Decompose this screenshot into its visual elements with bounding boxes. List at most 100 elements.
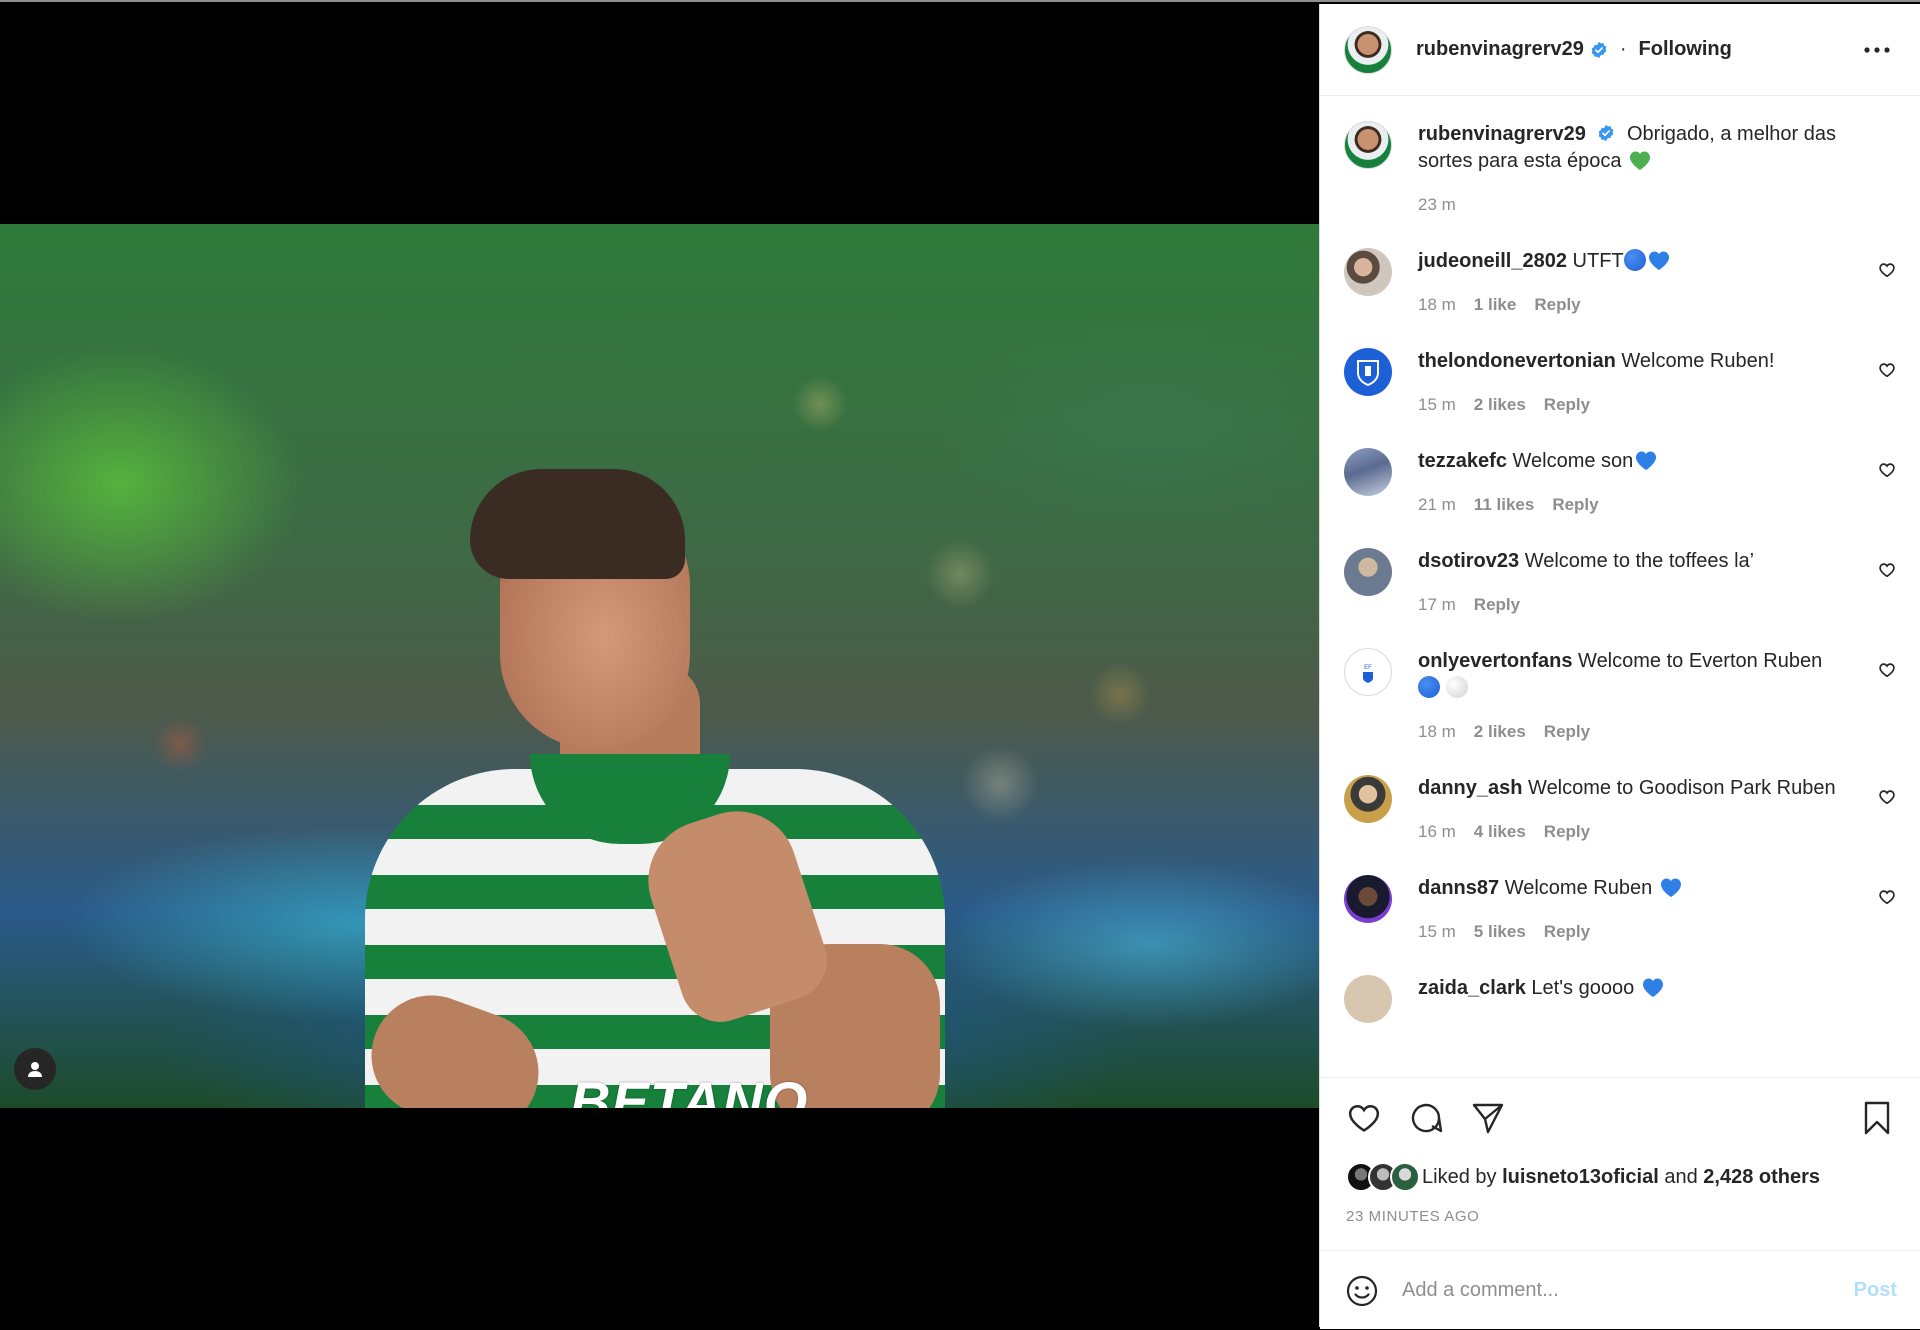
post-side-panel: rubenvinagrerv29 · Following rubenvinagr…	[1319, 4, 1920, 1329]
heart-icon	[1879, 263, 1895, 278]
caption-author-avatar[interactable]	[1344, 121, 1392, 169]
comment-input[interactable]	[1402, 1279, 1854, 1302]
comment-username[interactable]: danny_ash	[1418, 777, 1522, 799]
comment-time[interactable]: 15 m	[1418, 918, 1456, 945]
action-icons-row	[1344, 1098, 1897, 1138]
author-username[interactable]: rubenvinagrerv29	[1416, 38, 1584, 61]
author-avatar[interactable]	[1344, 25, 1392, 74]
comment-like-count[interactable]: 2 likes	[1474, 718, 1526, 745]
comment-button[interactable]	[1406, 1098, 1446, 1138]
post-comment-button[interactable]: Post	[1854, 1279, 1897, 1302]
comment-like-count[interactable]: 1 like	[1474, 291, 1517, 318]
share-icon	[1472, 1103, 1504, 1134]
comment-like-count[interactable]: 11 likes	[1474, 491, 1535, 518]
comment-meta: 17 m Reply	[1418, 591, 1878, 618]
like-button[interactable]	[1344, 1098, 1384, 1138]
liked-by-summary: Liked by luisneto13oficial and 2,428 oth…	[1346, 1162, 1820, 1192]
commenter-avatar[interactable]	[1344, 248, 1392, 296]
likes-others-link[interactable]: 2,428 others	[1703, 1166, 1820, 1189]
header-separator: ·	[1619, 38, 1627, 60]
reply-button[interactable]: Reply	[1544, 918, 1590, 945]
comment-meta: 21 m 11 likes Reply	[1418, 491, 1878, 518]
comment-username[interactable]: danns87	[1418, 877, 1499, 899]
save-button[interactable]	[1857, 1098, 1897, 1138]
reply-button[interactable]: Reply	[1544, 391, 1590, 418]
commenter-avatar[interactable]	[1344, 548, 1392, 596]
comment-like-button[interactable]	[1877, 260, 1897, 280]
comment-like-button[interactable]	[1877, 787, 1897, 807]
comment-time[interactable]: 18 m	[1418, 291, 1456, 318]
comment-meta: 15 m 2 likes Reply	[1418, 391, 1878, 418]
comment-time[interactable]: 17 m	[1418, 591, 1456, 618]
post-actions-section: Liked by luisneto13oficial and 2,428 oth…	[1320, 1077, 1920, 1329]
blue-heart-emoji-icon	[1660, 878, 1681, 897]
svg-text:EF: EF	[1364, 665, 1372, 671]
player-hair	[470, 469, 685, 579]
commenter-avatar[interactable]	[1344, 875, 1392, 923]
blue-heart-emoji-icon	[1648, 251, 1669, 270]
post-timestamp[interactable]: 23 MINUTES AGO	[1346, 1208, 1479, 1225]
reply-button[interactable]: Reply	[1544, 818, 1590, 845]
caption-body: rubenvinagrerv29 Obrigado, a melhor das …	[1418, 121, 1878, 218]
comment-item: judeoneill_2802 UTFT 18 m 1 like Reply	[1344, 248, 1897, 318]
comment-item: dsotirov23 Welcome to the toffees la’ 17…	[1344, 548, 1897, 618]
comment-username[interactable]: zaida_clark	[1418, 977, 1526, 999]
comment-text: Welcome Ruben	[1504, 877, 1653, 899]
commenter-avatar[interactable]	[1344, 348, 1392, 396]
blue-circle-emoji-icon	[1418, 676, 1440, 698]
emoji-picker-button[interactable]	[1344, 1273, 1380, 1309]
comment-username[interactable]: tezzakefc	[1418, 450, 1507, 472]
commenter-avatar[interactable]	[1344, 775, 1392, 823]
reply-button[interactable]: Reply	[1534, 291, 1580, 318]
share-button[interactable]	[1468, 1098, 1508, 1138]
more-options-button[interactable]	[1857, 30, 1897, 70]
liked-by-username[interactable]: luisneto13oficial	[1502, 1166, 1659, 1189]
commenter-avatar[interactable]	[1344, 975, 1392, 1023]
comment-like-button[interactable]	[1877, 360, 1897, 380]
comment-username[interactable]: onlyevertonfans	[1418, 650, 1572, 672]
comment-body: zaida_clark Let's goooo	[1418, 975, 1878, 1002]
comment-like-button[interactable]	[1877, 887, 1897, 907]
comment-body: danns87 Welcome Ruben 15 m 5 likes Reply	[1418, 875, 1878, 945]
caption-username[interactable]: rubenvinagrerv29	[1418, 123, 1586, 145]
comment-item: EF onlyevertonfans Welcome to Everton Ru…	[1344, 648, 1897, 745]
comment-like-count[interactable]: 2 likes	[1474, 391, 1526, 418]
comment-body: dsotirov23 Welcome to the toffees la’ 17…	[1418, 548, 1878, 618]
post-photo[interactable]: BETANO	[0, 224, 1319, 1108]
comment-item: thelondonevertonian Welcome Ruben! 15 m …	[1344, 348, 1897, 418]
everton-fans-logo-icon: EF	[1363, 665, 1373, 683]
comment-username[interactable]: thelondonevertonian	[1418, 350, 1616, 372]
post-caption: rubenvinagrerv29 Obrigado, a melhor das …	[1344, 121, 1897, 218]
comment-like-button[interactable]	[1877, 560, 1897, 580]
liker-avatars[interactable]	[1346, 1162, 1420, 1192]
comment-time[interactable]: 21 m	[1418, 491, 1456, 518]
white-circle-emoji-icon	[1445, 676, 1468, 698]
comment-time[interactable]: 18 m	[1418, 718, 1456, 745]
comment-body: thelondonevertonian Welcome Ruben! 15 m …	[1418, 348, 1878, 418]
comment-time[interactable]: 16 m	[1418, 818, 1456, 845]
comment-like-button[interactable]	[1877, 460, 1897, 480]
comments-list[interactable]: rubenvinagrerv29 Obrigado, a melhor das …	[1320, 97, 1920, 1077]
commenter-avatar[interactable]	[1344, 448, 1392, 496]
comment-item: danny_ash Welcome to Goodison Park Ruben…	[1344, 775, 1897, 845]
user-tag-button[interactable]	[14, 1048, 56, 1090]
comment-like-count[interactable]: 4 likes	[1474, 818, 1526, 845]
comment-username[interactable]: judeoneill_2802	[1418, 250, 1567, 272]
heart-icon	[1879, 563, 1895, 578]
comment-text: Welcome Ruben!	[1621, 350, 1775, 372]
user-tag-icon	[28, 1062, 42, 1077]
following-button[interactable]: Following	[1639, 38, 1732, 61]
heart-icon	[1348, 1104, 1380, 1132]
commenter-avatar[interactable]: EF	[1344, 648, 1392, 696]
author-username-link[interactable]: rubenvinagrerv29	[1416, 38, 1608, 61]
comment-like-button[interactable]	[1877, 660, 1897, 680]
reply-button[interactable]: Reply	[1552, 491, 1598, 518]
reply-button[interactable]: Reply	[1474, 591, 1520, 618]
comment-body: judeoneill_2802 UTFT 18 m 1 like Reply	[1418, 248, 1878, 318]
comment-username[interactable]: dsotirov23	[1418, 550, 1519, 572]
comment-text: Let's goooo	[1531, 977, 1635, 999]
comment-time[interactable]: 15 m	[1418, 391, 1456, 418]
comment-like-count[interactable]: 5 likes	[1474, 918, 1526, 945]
caption-time[interactable]: 23 m	[1418, 191, 1456, 218]
reply-button[interactable]: Reply	[1544, 718, 1590, 745]
